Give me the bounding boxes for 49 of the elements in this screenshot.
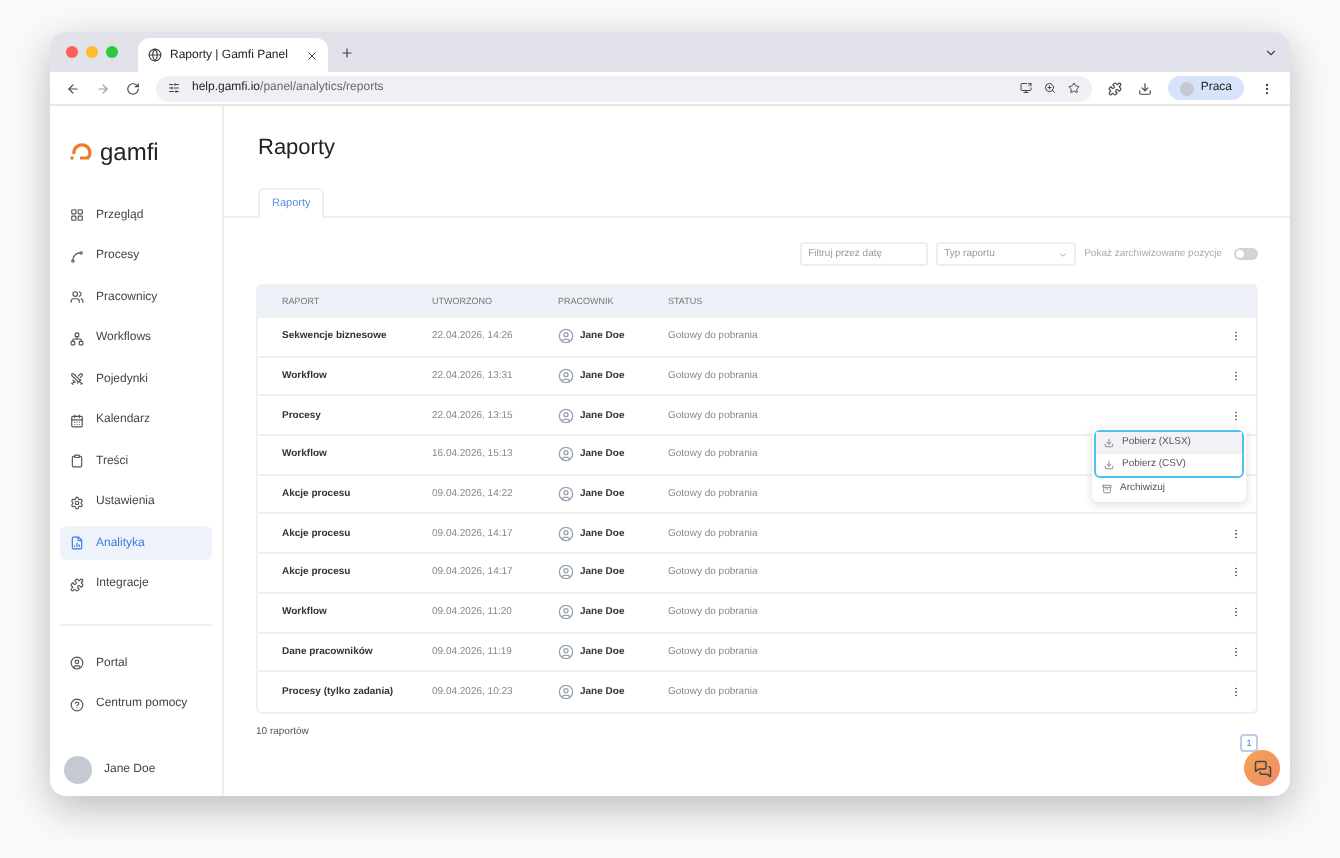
bookmark-icon[interactable] (1068, 82, 1081, 94)
tab-list-icon[interactable] (1264, 45, 1278, 59)
nav-icon (70, 290, 84, 304)
nav-icon (70, 208, 84, 222)
download-icon (1104, 459, 1114, 470)
avatar-icon (558, 564, 574, 581)
avatar-icon (64, 756, 92, 784)
reload-icon[interactable] (126, 81, 140, 95)
avatar-icon (558, 525, 574, 542)
close-light[interactable] (66, 46, 78, 58)
close-icon[interactable] (306, 49, 318, 61)
new-tab-icon[interactable] (340, 45, 354, 59)
chat-icon (1253, 759, 1271, 777)
logo-icon (70, 142, 94, 162)
archive-icon (1102, 483, 1112, 494)
user-icon (70, 656, 84, 670)
nav-icon (70, 536, 84, 550)
avatar-icon (558, 368, 574, 385)
page-title: Raporty (258, 136, 338, 160)
back-icon[interactable] (66, 81, 80, 95)
globe-icon (148, 48, 162, 62)
archived-toggle[interactable] (1234, 248, 1258, 260)
avatar-icon (558, 643, 574, 660)
avatar-icon (1180, 81, 1195, 95)
chevron-icon (1058, 249, 1069, 259)
chat-button[interactable] (1244, 750, 1280, 786)
avatar-icon (558, 486, 574, 503)
install-icon[interactable] (1020, 82, 1033, 94)
avatar-icon (558, 446, 574, 463)
zoom-icon[interactable] (1044, 82, 1057, 94)
nav-icon (70, 495, 84, 509)
logo-text: gamfi (100, 138, 159, 166)
download-icon (1104, 437, 1114, 448)
nav-icon (70, 577, 84, 591)
menu-icon[interactable] (1260, 81, 1274, 95)
avatar-icon (558, 604, 574, 621)
help-icon (70, 697, 84, 711)
site-settings-icon (168, 82, 180, 94)
nav-icon (70, 372, 84, 386)
nav-icon (70, 454, 84, 468)
avatar-icon (558, 328, 574, 345)
forward-icon[interactable] (96, 81, 110, 95)
avatar-icon (558, 684, 574, 701)
nav-icon (70, 413, 84, 427)
nav-icon (70, 249, 84, 263)
nav-icon (70, 331, 84, 345)
extensions-icon[interactable] (1108, 81, 1123, 95)
avatar-icon (558, 407, 574, 424)
download-icon[interactable] (1138, 81, 1153, 95)
